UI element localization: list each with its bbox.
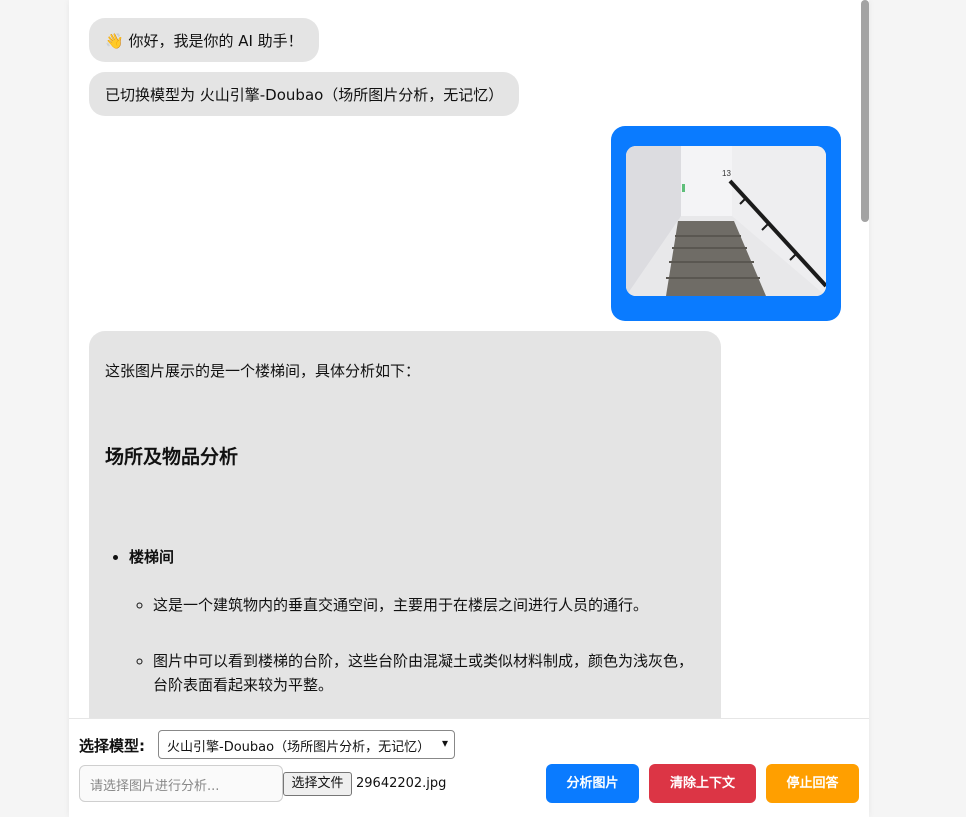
selected-file-name: 29642202.jpg [356, 776, 447, 791]
scrollbar-thumb[interactable] [861, 0, 869, 222]
chat-app: 👋 你好，我是你的 AI 助手！ 已切换模型为 火山引擎-Doubao（场所图片… [69, 0, 869, 817]
svg-text:13: 13 [722, 169, 731, 178]
chevron-down-icon: ▾ [441, 736, 448, 750]
input-panel: 选择模型: 火山引擎-Doubao（场所图片分析，无记忆） ▾ 请选择图片进行分… [69, 718, 869, 817]
sub-list-item: 这是一个建筑物内的垂直交通空间，主要用于在楼层之间进行人员的通行。 [153, 593, 705, 617]
image-input[interactable]: 请选择图片进行分析... [79, 765, 283, 802]
analysis-heading: 场所及物品分析 [105, 446, 239, 468]
ai-message-model-switched: 已切换模型为 火山引擎-Doubao（场所图片分析，无记忆） [89, 72, 520, 116]
model-select[interactable]: 火山引擎-Doubao（场所图片分析，无记忆） ▾ [158, 730, 455, 759]
ai-message-greeting: 👋 你好，我是你的 AI 助手！ [89, 18, 319, 62]
model-select-value: 火山引擎-Doubao（场所图片分析，无记忆） [167, 740, 431, 755]
model-label: 选择模型: [79, 737, 145, 755]
chat-scrollbar[interactable] [859, 0, 869, 718]
user-image-message: 13 [611, 126, 841, 321]
choose-file-button[interactable]: 选择文件 [283, 772, 352, 796]
stop-answer-button[interactable]: 停止回答 [766, 764, 859, 803]
ai-message-analysis: 这张图片展示的是一个楼梯间，具体分析如下： 场所及物品分析 楼梯间 这是一个建筑… [89, 331, 721, 718]
chat-area[interactable]: 👋 你好，我是你的 AI 助手！ 已切换模型为 火山引擎-Doubao（场所图片… [69, 0, 869, 718]
model-switched-text: 已切换模型为 火山引擎-Doubao（场所图片分析，无记忆） [105, 86, 504, 104]
clear-context-button[interactable]: 清除上下文 [649, 764, 756, 803]
staircase-photo[interactable]: 13 [626, 146, 826, 296]
list-item-title: 楼梯间 [129, 548, 175, 566]
analysis-list: 楼梯间 这是一个建筑物内的垂直交通空间，主要用于在楼层之间进行人员的通行。 图片… [105, 545, 705, 697]
analyze-image-button[interactable]: 分析图片 [546, 764, 639, 803]
list-item: 楼梯间 这是一个建筑物内的垂直交通空间，主要用于在楼层之间进行人员的通行。 图片… [129, 545, 705, 697]
sub-list: 这是一个建筑物内的垂直交通空间，主要用于在楼层之间进行人员的通行。 图片中可以看… [129, 593, 705, 697]
image-input-placeholder: 请选择图片进行分析... [90, 779, 220, 794]
greeting-text: 👋 你好，我是你的 AI 助手！ [105, 32, 303, 50]
sub-list-item: 图片中可以看到楼梯的台阶，这些台阶由混凝土或类似材料制成，颜色为浅灰色，台阶表面… [153, 649, 705, 697]
analysis-intro: 这张图片展示的是一个楼梯间，具体分析如下： [105, 362, 421, 380]
